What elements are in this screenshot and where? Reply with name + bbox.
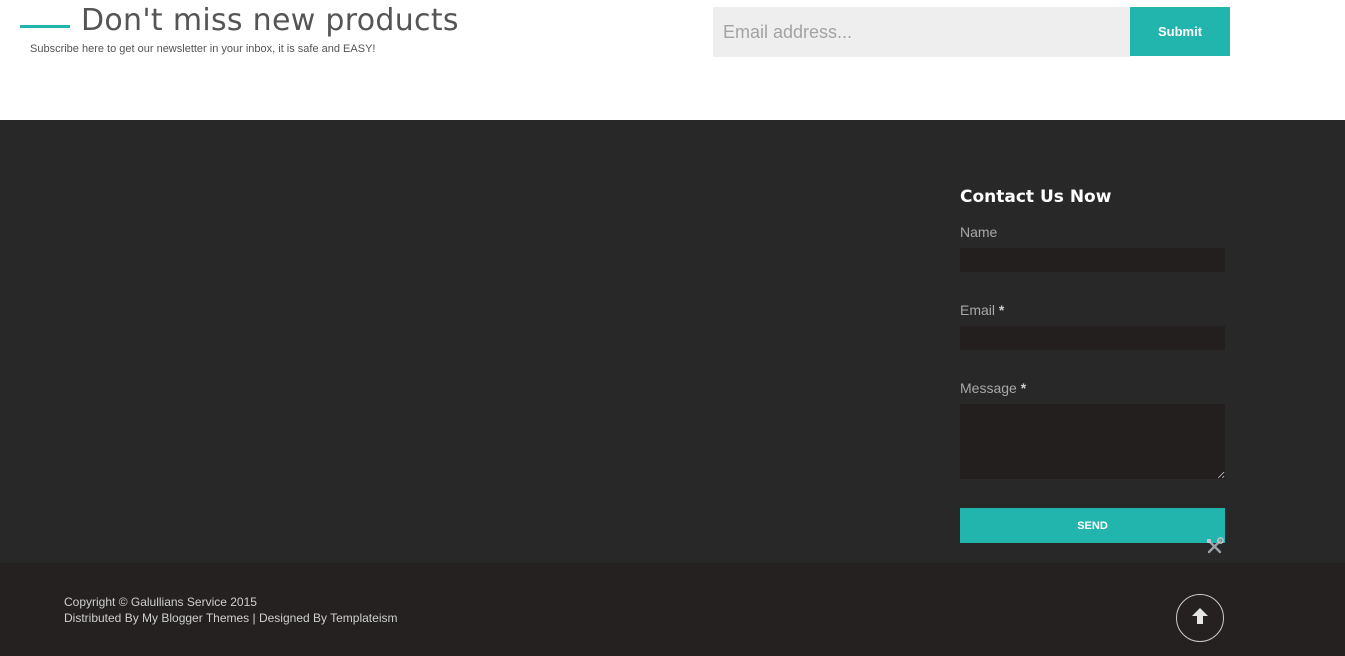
email-label: Email * xyxy=(960,302,1004,318)
required-mark: * xyxy=(1020,380,1027,396)
title-accent-line xyxy=(20,25,70,28)
name-label: Name xyxy=(960,224,997,240)
message-label-text: Message xyxy=(960,380,1017,396)
name-label-text: Name xyxy=(960,224,998,240)
arrow-up-icon xyxy=(1190,606,1210,631)
footer-text: Copyright © Galullians Service 2015 Dist… xyxy=(64,594,397,626)
credits-text[interactable]: Distributed By My Blogger Themes | Desig… xyxy=(64,610,397,626)
email-field[interactable] xyxy=(960,326,1225,350)
newsletter-email-input[interactable] xyxy=(713,7,1130,57)
newsletter-section: Don't miss new products Subscribe here t… xyxy=(0,0,1345,120)
required-mark: * xyxy=(998,302,1005,318)
back-to-top-button[interactable] xyxy=(1176,594,1224,642)
email-label-text: Email xyxy=(960,302,996,318)
name-field[interactable] xyxy=(960,248,1225,272)
newsletter-submit-button[interactable]: Submit xyxy=(1130,7,1230,56)
contact-form-title: Contact Us Now xyxy=(960,187,1112,207)
send-button[interactable]: SEND xyxy=(960,508,1225,543)
newsletter-subtitle: Subscribe here to get our newsletter in … xyxy=(30,43,376,55)
footer-main: Contact Us Now Name Email * Message * SE… xyxy=(0,120,1345,563)
message-label: Message * xyxy=(960,380,1026,396)
tools-icon[interactable] xyxy=(1205,537,1225,555)
copyright-text: Copyright © Galullians Service 2015 xyxy=(64,595,257,609)
footer-bottom: Copyright © Galullians Service 2015 Dist… xyxy=(0,563,1345,656)
message-field[interactable] xyxy=(960,404,1225,479)
newsletter-title: Don't miss new products xyxy=(81,3,459,38)
